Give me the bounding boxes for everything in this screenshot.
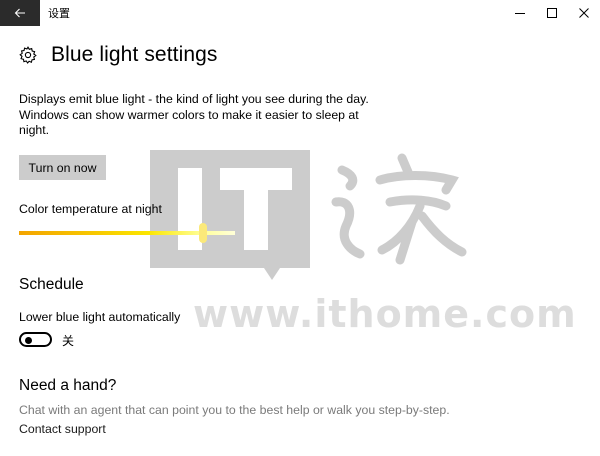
gear-icon [19, 46, 37, 64]
watermark-site-text: www.ithome.com [193, 292, 577, 336]
maximize-icon [547, 8, 557, 18]
page-header: Blue light settings [19, 43, 218, 67]
need-a-hand-heading: Need a hand? [19, 377, 117, 394]
color-temperature-slider-thumb[interactable] [198, 223, 207, 243]
minimize-icon [515, 13, 525, 14]
toggle-knob [25, 336, 32, 344]
close-icon [579, 8, 589, 18]
title-bar: 设置 [0, 0, 600, 26]
page-title: Blue light settings [51, 43, 218, 66]
minimize-button[interactable] [504, 0, 536, 26]
color-temperature-label: Color temperature at night [19, 202, 162, 216]
help-description: Chat with an agent that can point you to… [19, 403, 450, 417]
back-button[interactable] [0, 0, 40, 26]
app-title: 设置 [48, 7, 70, 20]
settings-window: 设置 www.ithome.com Blue light settings Di… [0, 0, 600, 456]
window-controls [504, 0, 600, 26]
close-button[interactable] [568, 0, 600, 26]
toggle-state-label: 关 [62, 334, 75, 348]
turn-on-now-button[interactable]: Turn on now [19, 155, 106, 180]
lower-blue-light-auto-label: Lower blue light automatically [19, 310, 181, 324]
schedule-heading: Schedule [19, 276, 84, 293]
contact-support-link[interactable]: Contact support [19, 422, 106, 436]
maximize-button[interactable] [536, 0, 568, 26]
description-text: Displays emit blue light - the kind of l… [19, 92, 369, 137]
arrow-left-icon [14, 8, 25, 18]
watermark-logo [150, 150, 467, 280]
lower-blue-light-toggle[interactable] [19, 332, 52, 347]
